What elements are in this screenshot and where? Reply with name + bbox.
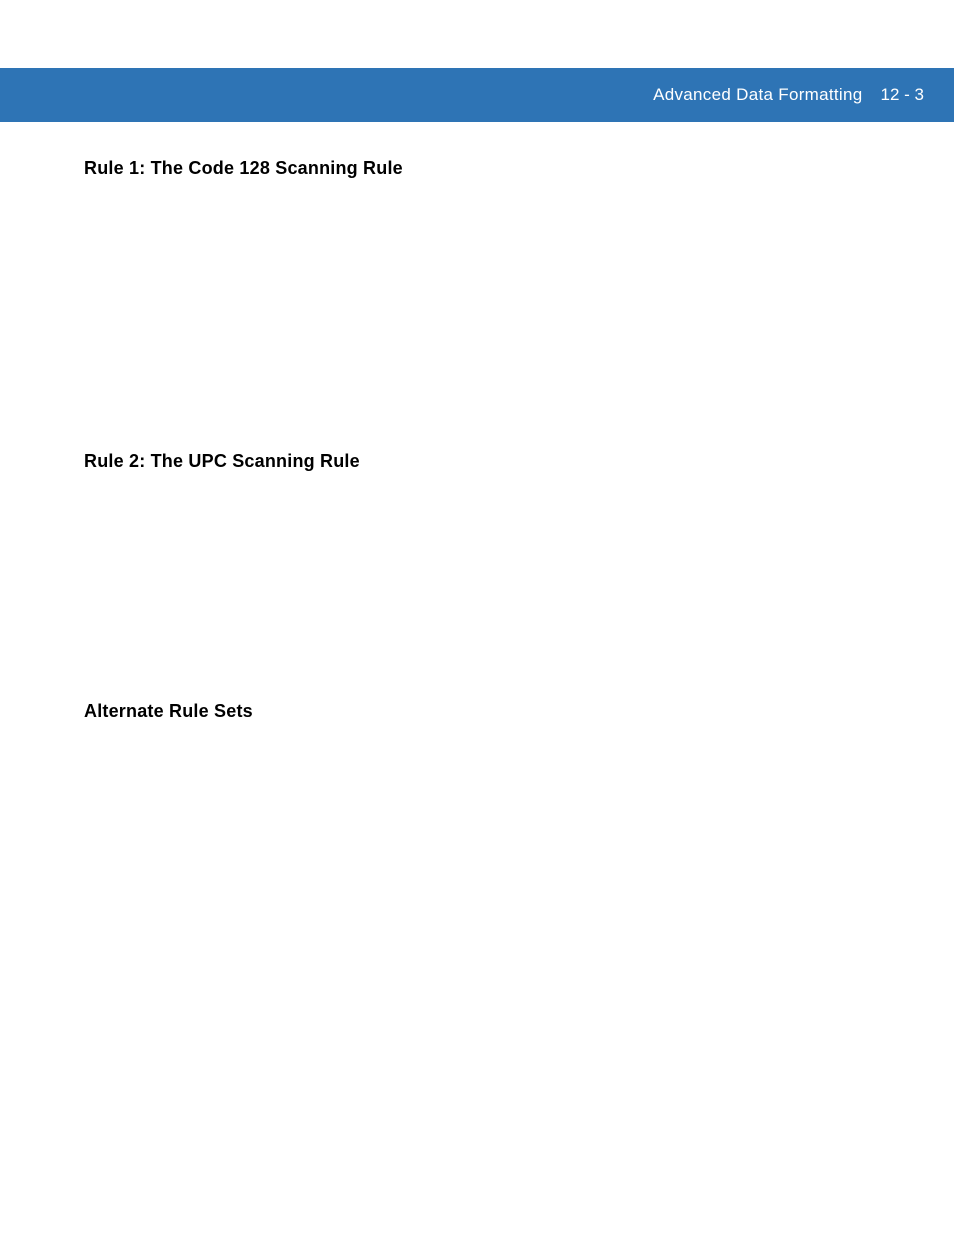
page-header: Advanced Data Formatting 12 - 3 <box>0 68 954 122</box>
heading-rule-1: Rule 1: The Code 128 Scanning Rule <box>84 158 884 179</box>
page-number: 12 - 3 <box>881 85 924 105</box>
heading-alternate-rule-sets: Alternate Rule Sets <box>84 701 884 722</box>
header-title: Advanced Data Formatting <box>653 85 862 105</box>
page-content: Rule 1: The Code 128 Scanning Rule Rule … <box>84 148 884 722</box>
heading-rule-2: Rule 2: The UPC Scanning Rule <box>84 451 884 472</box>
